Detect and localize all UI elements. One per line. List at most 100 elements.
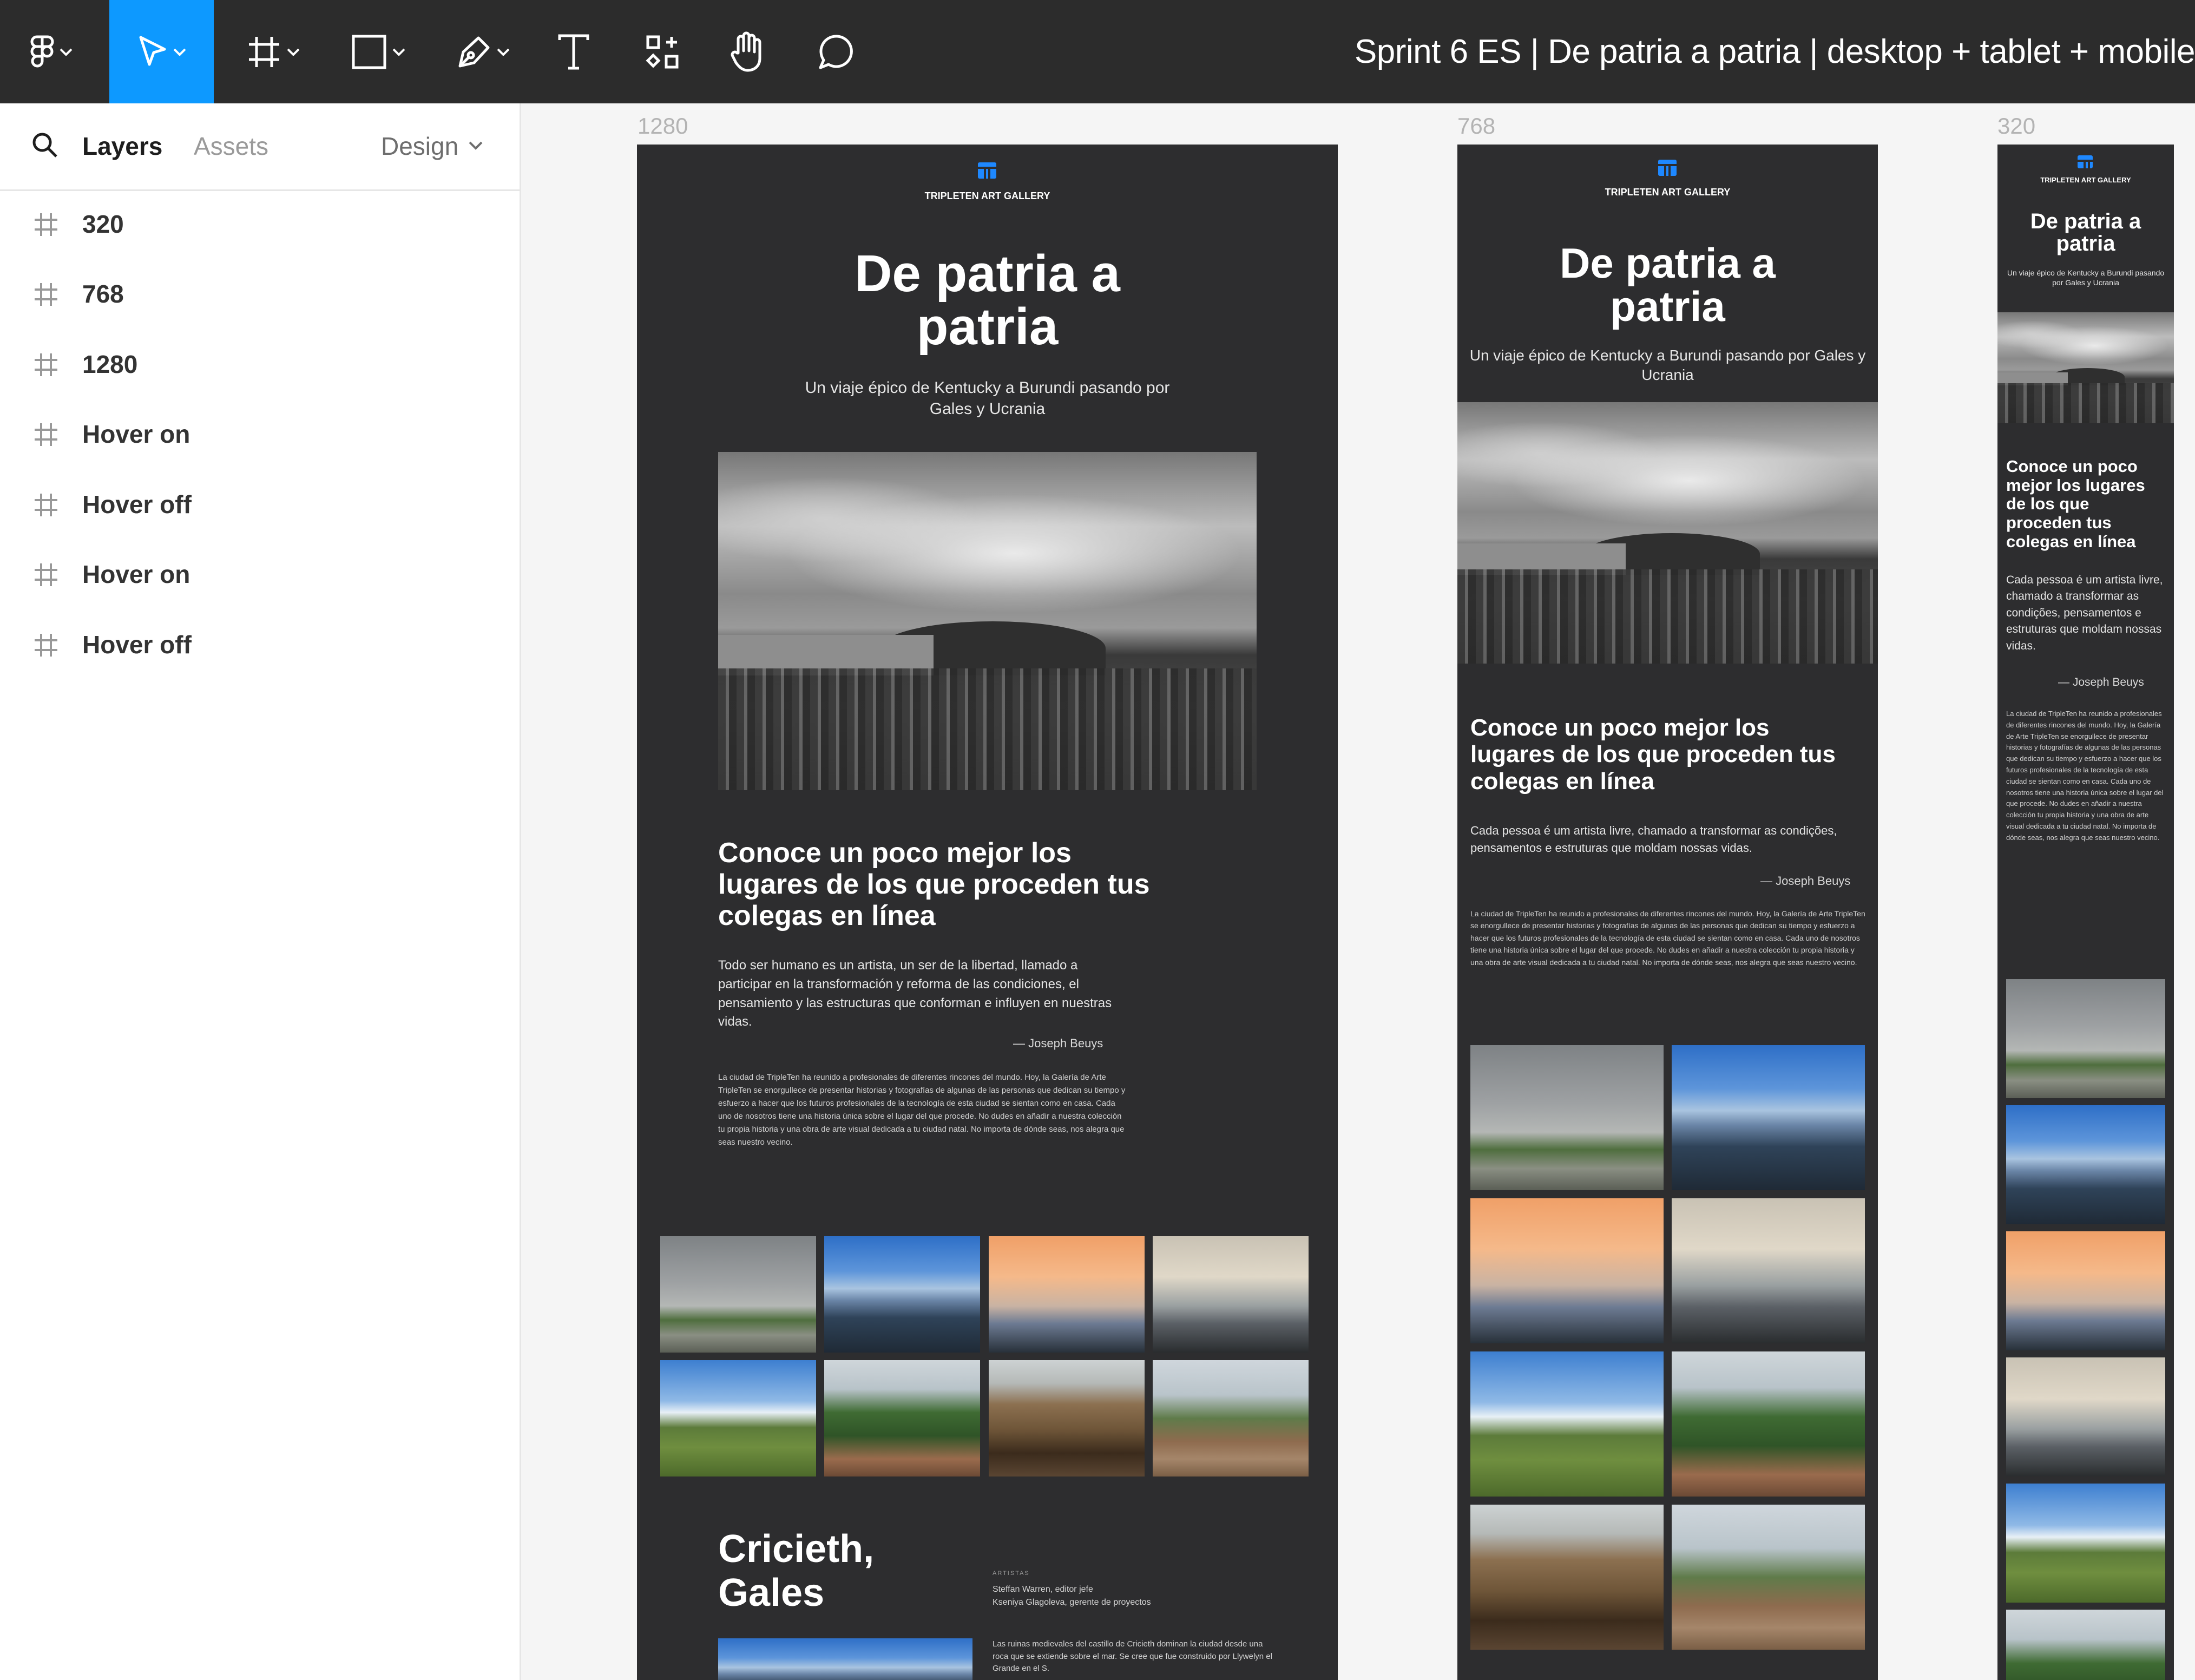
frame-icon [34,212,58,240]
logo-text: TRIPLETEN ART GALLERY [2040,176,2131,184]
document-title[interactable]: Sprint 6 ES | De patria a patria | deskt… [1355,0,2195,103]
frame-tool-button[interactable] [233,0,314,103]
gallery-photo[interactable] [1470,1198,1664,1343]
hero-title: De patria a patria [2030,209,2141,255]
frame-icon [34,562,58,590]
chevron-down-icon [497,48,510,56]
hero-subtitle: Un viaje épico de Kentucky a Burundi pas… [805,379,1170,418]
shape-tool-button[interactable] [338,0,419,103]
search-icon[interactable] [31,132,58,161]
frame-icon [34,422,58,450]
gallery-photo[interactable] [1470,1505,1664,1650]
move-tool-button[interactable] [109,0,214,103]
frame-icon [34,282,58,310]
frame-label-320[interactable]: 320 [1997,113,2035,139]
quote-author: — Joseph Beuys [2058,676,2144,688]
frame-tool-icon [247,35,281,69]
gallery-photo[interactable] [660,1236,816,1353]
gallery-photo[interactable] [989,1360,1145,1476]
resources-icon [646,35,680,69]
logo-text: TRIPLETEN ART GALLERY [924,191,1050,201]
gallery-photo[interactable] [2006,1484,2165,1603]
layer-row[interactable]: Hover on [0,403,520,463]
intro-text: La ciudad de TripleTen ha reunido a prof… [2006,710,2164,842]
gallery-photo[interactable] [1672,1198,1865,1343]
quote-author: — Joseph Beuys [1760,874,1851,888]
hand-tool-icon [730,31,767,73]
hero-photo [718,452,1257,790]
chevron-down-icon [287,48,300,56]
text-tool-button[interactable] [547,0,601,103]
frame-mobile[interactable]: TRIPLETEN ART GALLERY De patria a patria… [1997,145,2174,1680]
layer-name: 768 [82,280,124,308]
gallery-photo[interactable] [1153,1360,1309,1476]
gallery-photo[interactable] [660,1360,816,1476]
gallery-photo[interactable] [824,1236,980,1353]
city-title: Cricieth, Gales [718,1527,875,1615]
tab-layers[interactable]: Layers [82,132,162,161]
artists-names: Steffan Warren, editor jefe Kseniya Glag… [993,1585,1151,1607]
logo-text: TRIPLETEN ART GALLERY [1605,187,1731,198]
layer-name: Hover off [82,631,192,659]
intro-text: La ciudad de TripleTen ha reunido a prof… [718,1073,1126,1147]
gallery-photo[interactable] [2006,1105,2165,1224]
frame-icon [34,493,58,520]
logo-icon [978,162,996,179]
quote-text: Cada pessoa é um artista livre, chamado … [1470,824,1837,855]
main-menu-button[interactable] [16,0,87,103]
frame-desktop[interactable]: TRIPLETEN ART GALLERY De patria a patria… [637,145,1338,1680]
layer-name: 320 [82,210,124,238]
pen-tool-icon [457,35,491,69]
logo-icon [1658,160,1677,176]
layer-name: Hover off [82,490,192,519]
layer-row[interactable]: 1280 [0,333,520,393]
frame-icon [34,352,58,380]
tab-assets[interactable]: Assets [194,132,268,161]
resources-button[interactable] [636,0,690,103]
layers-panel: Layers Assets Design 320 768 1280 Hover … [0,103,521,1680]
artists-label: ARTISTAS [993,1570,1030,1577]
gallery-photo[interactable] [824,1360,980,1476]
logo-icon [2078,155,2093,172]
gallery-photo[interactable] [1672,1505,1865,1650]
toolbar: Sprint 6 ES | De patria a patria | deskt… [0,0,2195,103]
tab-design[interactable]: Design [381,132,458,161]
hero-photo [1457,402,1878,664]
gallery-photo[interactable] [1672,1351,1865,1497]
layer-row[interactable]: 768 [0,263,520,323]
section-title: Conoce un poco mejor los lugares de los … [718,837,1150,932]
hero-subtitle: Un viaje épico de Kentucky a Burundi pas… [1469,347,1866,384]
frame-label-768[interactable]: 768 [1457,113,1495,139]
layer-name: Hover on [82,420,190,448]
gallery-photo[interactable] [2006,979,2165,1098]
gallery-photo[interactable] [1470,1351,1664,1497]
layer-row[interactable]: Hover off [0,474,520,533]
comment-icon [817,33,855,71]
gallery-photo[interactable] [1470,1045,1664,1190]
chevron-down-icon[interactable] [469,141,483,153]
frame-label-1280[interactable]: 1280 [638,113,688,139]
frame-tablet[interactable]: TRIPLETEN ART GALLERY De patria a patria… [1457,145,1878,1680]
gallery-photo[interactable] [2006,1610,2165,1680]
hand-tool-button[interactable] [721,0,776,103]
hero-photo [1997,312,2174,423]
comment-tool-button[interactable] [809,0,863,103]
chevron-down-icon [173,48,186,56]
text-tool-icon [557,34,590,70]
hero-subtitle: Un viaje épico de Kentucky a Burundi pas… [2007,268,2165,287]
gallery-photo[interactable] [2006,1357,2165,1476]
gallery-photo[interactable] [1672,1045,1865,1190]
layer-name: 1280 [82,350,138,378]
pen-tool-button[interactable] [443,0,524,103]
move-tool-icon [137,35,168,69]
gallery-photo[interactable] [2006,1231,2165,1350]
layer-row[interactable]: Hover off [0,614,520,673]
canvas[interactable]: 1280 768 320 TRIPLETEN ART GALLERY De pa… [521,103,2195,1680]
gallery-photo[interactable] [1153,1236,1309,1353]
gallery-photo[interactable] [989,1236,1145,1353]
layer-row[interactable]: 320 [0,193,520,253]
frame-icon [34,633,58,660]
quote-author: — Joseph Beuys [1013,1036,1103,1050]
layer-row[interactable]: Hover on [0,543,520,603]
chevron-down-icon [392,48,405,56]
